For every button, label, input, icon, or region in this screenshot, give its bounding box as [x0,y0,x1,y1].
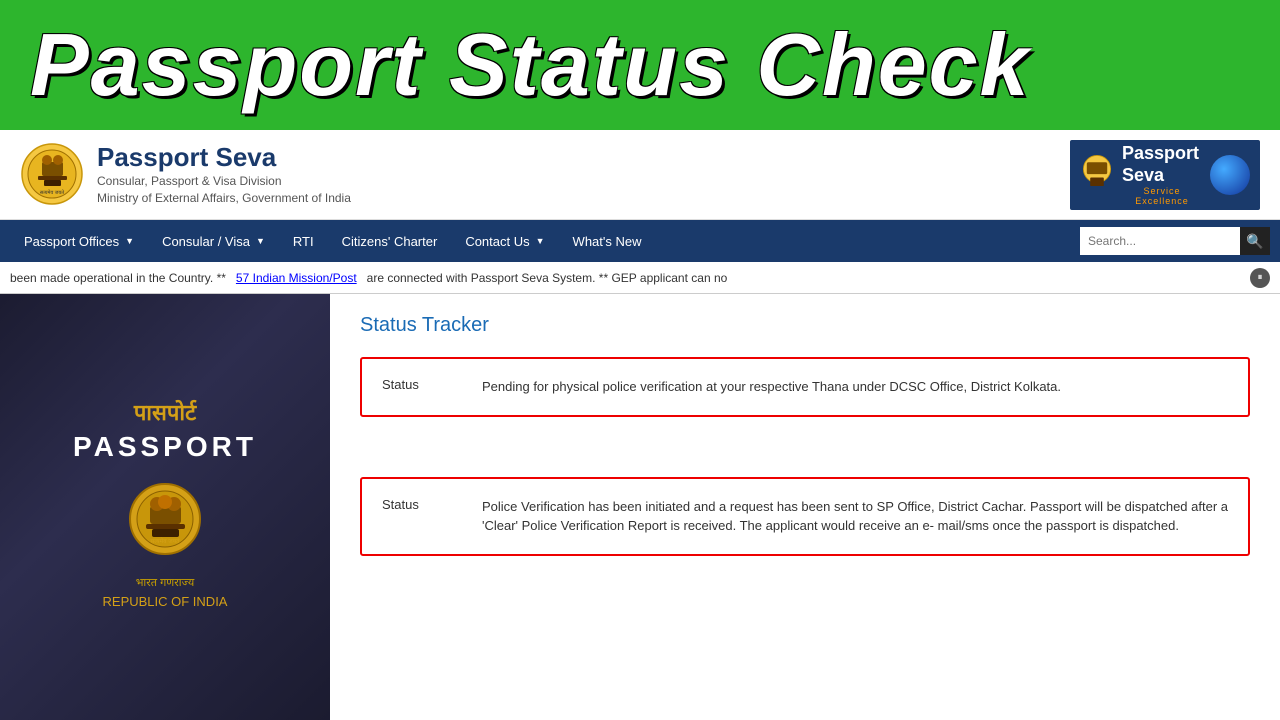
passport-footer-english: REPUBLIC OF INDIA [103,592,228,612]
nav-contact-us[interactable]: Contact Us ▼ [451,220,558,262]
passport-seva-badge: Passport Seva Service Excellence [1070,140,1260,210]
svg-text:सत्यमेव जयते: सत्यमेव जयते [150,537,180,545]
nav-citizens-charter[interactable]: Citizens' Charter [328,220,452,262]
status-value-1: Pending for physical police verification… [482,377,1061,397]
passport-hindi-text: पासपोर्ट [134,397,196,427]
badge-title: Passport Seva [1122,143,1202,186]
ticker-link[interactable]: 57 Indian Mission/Post [236,271,357,285]
status-box-1: Status Pending for physical police verif… [360,357,1250,417]
dropdown-caret-icon: ▼ [125,236,134,246]
svg-text:सत्यमेव जयते: सत्यमेव जयते [40,189,64,196]
badge-emblem-icon [1080,150,1114,200]
nav-whats-new[interactable]: What's New [559,220,656,262]
nav-consular-visa[interactable]: Consular / Visa ▼ [148,220,279,262]
main-content: पासपोर्ट PASSPORT सत्यमेव जयते भारत गण [0,294,1280,720]
nav-rti[interactable]: RTI [279,220,328,262]
tagline-line2: Ministry of External Affairs, Government… [97,190,351,207]
national-emblem-icon: सत्यमेव जयते [20,142,85,207]
top-banner: Passport Status Check [0,0,1280,130]
search-area: 🔍 [1080,227,1270,255]
logo-text: Passport Seva Consular, Passport & Visa … [97,142,351,207]
passport-emblem: सत्यमेव जयते [125,479,205,559]
dropdown-caret-icon: ▼ [536,236,545,246]
navbar: Passport Offices ▼ Consular / Visa ▼ RTI… [0,220,1280,262]
news-ticker: been made operational in the Country. **… [0,262,1280,294]
nav-passport-offices[interactable]: Passport Offices ▼ [10,220,148,262]
dropdown-caret-icon: ▼ [256,236,265,246]
status-value-2: Police Verification has been initiated a… [482,497,1228,536]
passport-footer: भारत गणराज्य REPUBLIC OF INDIA [103,575,228,611]
status-box-2: Status Police Verification has been init… [360,477,1250,556]
badge-subtitle: Service Excellence [1122,186,1202,206]
logo-area: सत्यमेव जयते Passport Seva Consular, Pas… [20,142,1070,207]
spacer [360,437,1250,477]
passport-footer-hindi: भारत गणराज्य [103,575,228,592]
site-header: सत्यमेव जयते Passport Seva Consular, Pas… [0,130,1280,220]
right-content: Status Tracker Status Pending for physic… [330,294,1280,720]
ticker-text-before: been made operational in the Country. ** [10,271,226,285]
status-tracker-title: Status Tracker [360,314,1250,337]
ticker-text-after: are connected with Passport Seva System.… [367,271,728,285]
passport-image-area: पासपोर्ट PASSPORT सत्यमेव जयते भारत गण [0,294,330,720]
tagline-line1: Consular, Passport & Visa Division [97,173,351,190]
status-label-1: Status [382,377,462,397]
status-label-2: Status [382,497,462,536]
banner-title: Passport Status Check [30,14,1031,116]
badge-text-area: Passport Seva Service Excellence [1122,143,1202,206]
passport-book: पासपोर्ट PASSPORT सत्यमेव जयते भारत गण [0,294,330,720]
globe-icon [1210,155,1250,195]
passport-english-text: PASSPORT [73,431,257,463]
search-input[interactable] [1080,227,1240,255]
passport-emblem-icon: सत्यमेव जयते [128,482,203,557]
site-name: Passport Seva [97,142,351,173]
ticker-pause-button[interactable] [1250,268,1270,288]
search-button[interactable]: 🔍 [1240,227,1270,255]
